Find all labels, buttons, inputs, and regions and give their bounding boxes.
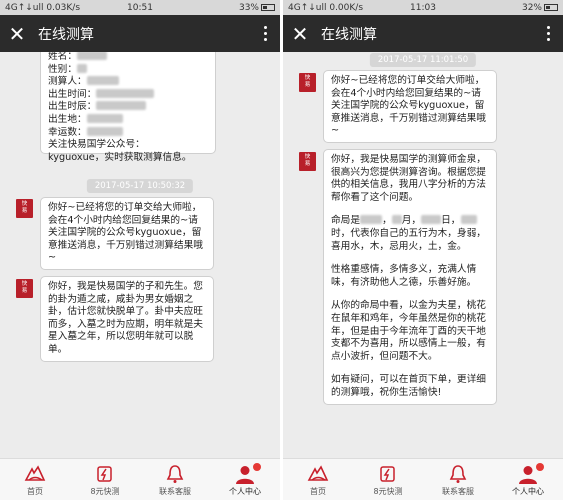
tab-profile[interactable]: 个人中心 (210, 459, 280, 500)
notification-badge (536, 463, 544, 471)
master-avatar: 快易 (299, 152, 316, 171)
battery-icon (261, 3, 275, 11)
bottom-tab-bar: 首页 8元快测 联系客服 个人中心 (283, 458, 563, 500)
battery-percent: 32% (521, 2, 542, 13)
info-line: 性别： (48, 63, 208, 77)
right-screen: 4G↑↓ull 0.00K/s 11:03 32% ✕ 在线测算 2017-05… (283, 0, 563, 500)
info-line: 测算人： (48, 76, 208, 89)
tab-profile[interactable]: 个人中心 (493, 459, 563, 500)
status-battery: 32% (468, 3, 558, 13)
left-screen: 4G↑↓ull 0.03K/s 10:51 33% ✕ 在线测算 姓名： 性别：… (0, 0, 280, 500)
home-icon (306, 463, 330, 485)
chat-message: 你好~已经将您的订单交给大师啦，会在4个小时内给您回复结果的~请关注国学院的公众… (323, 70, 497, 143)
chat-message: 你好~已经将您的订单交给大师啦，会在4个小时内给您回复结果的~请关注国学院的公众… (40, 197, 214, 270)
status-time: 10:51 (127, 2, 153, 13)
info-line: 出生地： (48, 113, 208, 127)
status-network: 4G↑↓ull 0.00K/s (288, 2, 364, 13)
close-icon: ✕ (291, 21, 309, 46)
info-footer-2: kyguoxue，实时获取测算信息。 (48, 151, 192, 163)
battery-percent: 33% (238, 2, 259, 13)
info-line: 出生时辰： (48, 101, 208, 114)
chat-message: 你好，我是快易国学的子和先生。您的卦为遁之咸，咸卦为男女婚姻之卦，估计您就快脱单… (40, 276, 214, 362)
quick-test-icon (376, 463, 400, 485)
bell-icon (163, 463, 187, 485)
bottom-tab-bar: 首页 8元快测 联系客服 个人中心 (0, 458, 280, 500)
app-header: ✕ 在线测算 (283, 15, 563, 52)
notification-badge (253, 463, 261, 471)
page-title: 在线测算 (321, 26, 377, 43)
status-time: 11:03 (410, 2, 436, 13)
timestamp: 2017-05-17 10:50:32 (86, 179, 194, 193)
more-menu-button[interactable] (250, 15, 280, 52)
status-network: 4G↑↓ull 0.03K/s (5, 2, 81, 13)
chat-area: 姓名： 性别： 测算人： 出生时间： 出生时辰： 出生地： 幸运数： 关注快易国… (0, 52, 280, 458)
page-title: 在线测算 (38, 26, 94, 43)
chat-message: 你好，我是快易国学的测算师金泉，很高兴为您提供测算咨询。根据您提供的相关信息，我… (323, 149, 497, 405)
battery-icon (544, 3, 558, 11)
master-avatar: 快易 (299, 73, 316, 92)
master-avatar: 快易 (16, 279, 33, 298)
close-icon: ✕ (8, 21, 26, 46)
info-footer-1: 关注快易国学公众号： (48, 139, 145, 151)
tab-quick-test[interactable]: 8元快测 (353, 459, 423, 500)
close-button[interactable]: ✕ (0, 15, 34, 52)
info-line: 姓名： (48, 52, 208, 64)
chat-area: 2017-05-17 11:01:50 快易 你好~已经将您的订单交给大师啦，会… (283, 52, 563, 458)
close-button[interactable]: ✕ (283, 15, 317, 52)
tab-customer-service[interactable]: 联系客服 (423, 459, 493, 500)
info-line: 幸运数： (48, 126, 208, 140)
master-avatar: 快易 (16, 199, 33, 218)
bazi-paragraph: 命局是，月， 日，时，代表你自己的五行为木，身弱，喜用水，木，忌用火，土，金。 (331, 215, 486, 252)
more-menu-button[interactable] (533, 15, 563, 52)
tab-home[interactable]: 首页 (0, 459, 70, 500)
timestamp: 2017-05-17 11:01:50 (369, 53, 477, 67)
quick-test-icon (93, 463, 117, 485)
status-bar: 4G↑↓ull 0.03K/s 10:51 33% (0, 0, 280, 15)
tab-quick-test[interactable]: 8元快测 (70, 459, 140, 500)
info-line: 出生时间： (48, 88, 208, 102)
tab-home[interactable]: 首页 (283, 459, 353, 500)
tab-customer-service[interactable]: 联系客服 (140, 459, 210, 500)
status-bar: 4G↑↓ull 0.00K/s 11:03 32% (283, 0, 563, 15)
home-icon (23, 463, 47, 485)
status-battery: 33% (185, 3, 275, 13)
order-info-bubble: 姓名： 性别： 测算人： 出生时间： 出生时辰： 出生地： 幸运数： 关注快易国… (40, 52, 216, 163)
bell-icon (446, 463, 470, 485)
app-header: ✕ 在线测算 (0, 15, 280, 52)
